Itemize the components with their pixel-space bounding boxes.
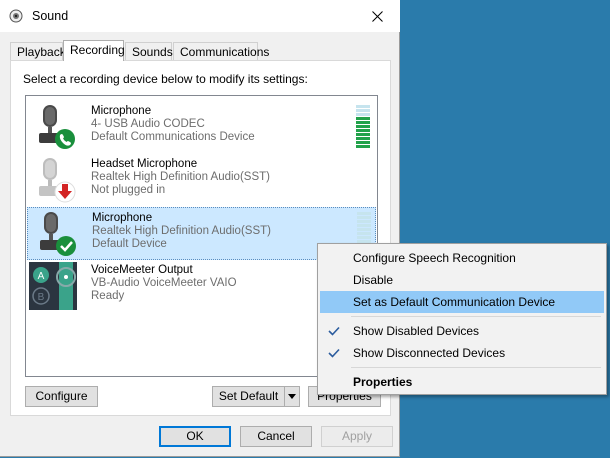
menu-set-default-communication[interactable]: Set as Default Communication Device [320,291,604,313]
title-bar[interactable]: Sound [0,0,400,32]
level-segment [356,141,370,144]
microphone-icon [40,212,76,256]
window-title: Sound [32,9,69,23]
tab-playback[interactable]: Playback [10,42,66,60]
menu-show-disconnected[interactable]: Show Disconnected Devices [320,342,604,364]
menu-disable[interactable]: Disable [320,269,604,291]
level-segment [356,109,370,112]
set-default-dropdown[interactable] [284,386,300,407]
device-driver: Realtek High Definition Audio(SST) [92,225,271,237]
device-status: Ready [91,290,125,302]
level-segment [356,113,370,116]
device-item[interactable]: Headset Microphone Realtek High Definiti… [27,154,376,207]
level-segment [356,129,370,132]
device-name: Microphone [91,105,152,117]
tab-communications[interactable]: Communications [173,42,269,60]
level-segment [357,232,371,235]
menu-separator [351,367,601,368]
level-segment [356,137,370,140]
device-item[interactable]: Microphone 4- USB Audio CODEC Default Co… [27,101,376,154]
level-segment [357,224,371,227]
device-name: Microphone [92,212,153,224]
device-name: VoiceMeeter Output [91,264,193,276]
apply-button[interactable]: Apply [321,426,393,447]
menu-item-label: Show Disconnected Devices [353,346,506,360]
device-status: Default Communications Device [91,131,255,143]
microphone-icon [39,105,75,149]
level-segment [356,121,370,124]
level-segment [356,145,370,148]
level-segment [357,236,371,239]
level-meter [356,105,370,149]
level-segment [356,105,370,108]
dropdown-arrow-icon [288,394,296,399]
level-segment [357,216,371,219]
menu-configure-speech[interactable]: Configure Speech Recognition [320,247,604,269]
menu-item-label: Configure Speech Recognition [353,251,516,265]
menu-item-label: Disable [353,273,394,287]
device-driver: Realtek High Definition Audio(SST) [91,171,270,183]
menu-item-label: Show Disabled Devices [353,324,480,338]
svg-text:B: B [38,292,45,303]
device-status: Default Device [92,238,167,250]
close-icon [371,10,383,22]
level-segment [357,212,371,215]
device-status: Not plugged in [91,184,166,196]
tab-recording[interactable]: Recording [63,40,125,61]
svg-text:A: A [38,271,45,282]
level-segment [356,125,370,128]
checkmark-icon [328,326,340,336]
configure-button[interactable]: Configure [25,386,98,407]
level-segment [357,228,371,231]
speaker-icon [9,9,23,23]
level-segment [356,133,370,136]
instructions-text: Select a recording device below to modif… [23,72,308,86]
tab-sounds[interactable]: Sounds [125,42,173,60]
device-driver: 4- USB Audio CODEC [91,118,205,130]
context-menu: Configure Speech Recognition Disable Set… [317,243,607,395]
menu-item-label: Properties [353,375,413,389]
set-default-button[interactable]: Set Default [212,386,285,407]
cancel-button[interactable]: Cancel [240,426,312,447]
checkmark-icon [328,348,340,358]
device-name: Headset Microphone [91,158,198,170]
voicemeeter-icon: A B [29,262,77,310]
level-segment [356,117,370,120]
menu-separator [351,316,601,317]
close-button[interactable] [354,0,400,32]
microphone-icon [39,158,76,203]
device-driver: VB-Audio VoiceMeeter VAIO [91,277,237,289]
ok-button[interactable]: OK [159,426,231,447]
level-segment [357,220,371,223]
menu-properties[interactable]: Properties [320,371,604,393]
menu-item-label: Set as Default Communication Device [353,295,556,309]
menu-show-disabled[interactable]: Show Disabled Devices [320,320,604,342]
